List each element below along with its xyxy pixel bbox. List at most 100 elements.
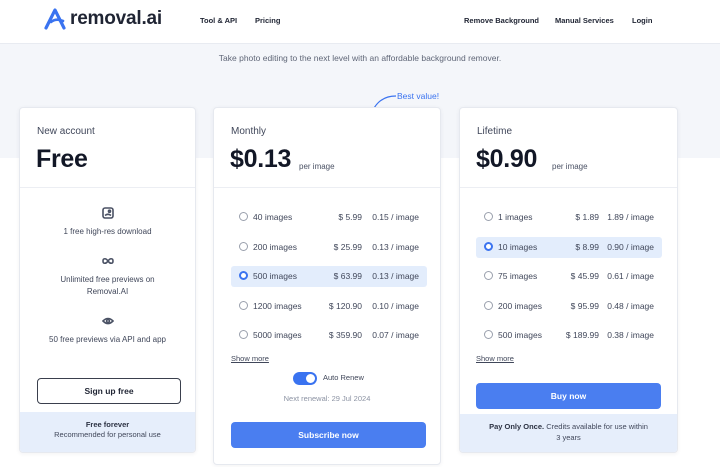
- footer-text: Pay Only Once. Credits available for use…: [460, 421, 677, 443]
- radio-button[interactable]: [239, 300, 248, 310]
- radio-button[interactable]: [239, 241, 248, 251]
- plan-price-unit: per image: [299, 162, 335, 171]
- best-value-label: Best value!: [397, 91, 440, 101]
- radio-button[interactable]: [484, 212, 493, 221]
- radio-button[interactable]: [239, 271, 248, 280]
- nav-link-tool-api[interactable]: Tool & API: [200, 16, 237, 25]
- image-icon: [101, 207, 114, 219]
- plan-title: Lifetime: [477, 126, 513, 137]
- option-count: 500 images: [253, 271, 297, 281]
- option-per-image: 0.07 / image: [372, 330, 419, 340]
- nav-link-pricing[interactable]: Pricing: [255, 16, 280, 25]
- option-count: 10 images: [498, 241, 538, 252]
- pricing-option[interactable]: 75 images $ 45.99 0.61 / image: [476, 266, 662, 287]
- free-plan-footer: Free forever Recommended for personal us…: [20, 412, 195, 452]
- option-count: 1200 images: [253, 300, 302, 311]
- pricing-option[interactable]: 1 images $ 1.89 1.89 / image: [476, 207, 662, 228]
- radio-button[interactable]: [484, 330, 493, 339]
- monthly-plan-card: Monthly $0.13 per image 40 images $ 5.99 0…: [213, 107, 441, 465]
- footer-title: Free forever: [85, 420, 130, 429]
- footer-bold: Pay Only Once.: [489, 422, 545, 431]
- monthly-plan-header: Monthly $0.13 per image: [214, 108, 440, 188]
- option-count: 200 images: [253, 241, 297, 252]
- buy-now-button[interactable]: Buy now: [476, 383, 661, 409]
- option-price: $ 45.99: [570, 271, 599, 281]
- radio-button[interactable]: [239, 212, 248, 221]
- option-per-image: 1.89 / image: [607, 212, 654, 222]
- pricing-option[interactable]: 5000 images $ 359.90 0.07 / image: [231, 325, 427, 346]
- top-navbar: removal.ai Tool & API Pricing Remove Bac…: [0, 0, 720, 44]
- plan-price: Free: [36, 145, 88, 173]
- nav-link-remove-background[interactable]: Remove Background: [464, 16, 539, 25]
- option-count: 200 images: [498, 300, 542, 311]
- feature-text: 50 free previews via API and app: [49, 335, 166, 344]
- eye-icon: [101, 317, 114, 325]
- next-renewal-text: Next renewal: 29 Jul 2024: [283, 394, 371, 403]
- auto-renew-toggle[interactable]: [293, 372, 317, 385]
- pricing-option[interactable]: 40 images $ 5.99 0.15 / image: [231, 207, 427, 228]
- plan-price-unit: per image: [552, 162, 588, 171]
- option-count: 40 images: [253, 212, 293, 222]
- option-price: $ 189.99: [565, 330, 599, 340]
- option-per-image: 0.61 / image: [607, 271, 654, 281]
- brand-name: removal.ai: [70, 8, 162, 29]
- option-count: 1 images: [498, 212, 533, 222]
- logo-icon: [44, 8, 66, 30]
- feature-item: 50 free previews via API and app: [20, 314, 195, 346]
- plan-price: $0.13: [230, 145, 292, 173]
- option-per-image: 0.13 / image: [372, 241, 419, 252]
- option-per-image: 0.38 / image: [607, 330, 654, 340]
- toggle-knob: [306, 374, 315, 383]
- logo[interactable]: removal.ai: [44, 8, 162, 30]
- footer-subtitle: Recommended for personal use: [54, 430, 161, 439]
- nav-link-login[interactable]: Login: [632, 16, 652, 25]
- radio-button[interactable]: [484, 271, 493, 280]
- subscribe-now-button[interactable]: Subscribe now: [231, 422, 426, 448]
- option-price: $ 8.99: [575, 241, 599, 252]
- infinity-icon: [101, 257, 114, 265]
- show-more-link[interactable]: Show more: [231, 354, 269, 363]
- auto-renew-label: Auto Renew: [323, 373, 364, 382]
- option-count: 5000 images: [253, 330, 302, 340]
- radio-button[interactable]: [484, 300, 493, 310]
- lifetime-plan-card: Lifetime $0.90 per image 1 images $ 1.89 1…: [459, 107, 678, 453]
- option-price: $ 25.99: [333, 241, 362, 252]
- option-price: $ 63.99: [333, 271, 362, 281]
- radio-button[interactable]: [484, 241, 493, 251]
- option-price: $ 120.90: [328, 300, 362, 311]
- free-plan-header: New account Free: [20, 108, 195, 188]
- lifetime-plan-header: Lifetime $0.90 per image: [460, 108, 677, 188]
- option-count: 75 images: [498, 271, 538, 281]
- sign-up-free-button[interactable]: Sign up free: [37, 378, 181, 404]
- feature-item: Unlimited free previews on Removal.AI: [20, 254, 195, 298]
- pricing-option[interactable]: 500 images $ 189.99 0.38 / image: [476, 325, 662, 346]
- lifetime-plan-footer: Pay Only Once. Credits available for use…: [460, 414, 677, 452]
- option-price: $ 5.99: [338, 212, 362, 222]
- option-price: $ 359.90: [328, 330, 362, 340]
- feature-text: Unlimited free previews on Removal.AI: [60, 275, 155, 296]
- nav-link-manual-services[interactable]: Manual Services: [555, 16, 614, 25]
- option-per-image: 0.48 / image: [607, 300, 654, 311]
- pricing-option[interactable]: 200 images $ 25.99 0.13 / image: [231, 237, 427, 258]
- option-per-image: 0.90 / image: [607, 241, 654, 252]
- free-plan-card: New account Free 1 free high-res downloa…: [19, 107, 196, 453]
- plan-title: Monthly: [231, 126, 267, 137]
- pricing-option[interactable]: 1200 images $ 120.90 0.10 / image: [231, 296, 427, 317]
- pricing-option[interactable]: 500 images $ 63.99 0.13 / image: [231, 266, 427, 287]
- option-per-image: 0.10 / image: [372, 300, 419, 311]
- feature-text: 1 free high-res download: [63, 227, 152, 236]
- option-per-image: 0.13 / image: [372, 271, 419, 281]
- plan-price: $0.90: [476, 145, 538, 173]
- pricing-option[interactable]: 200 images $ 95.99 0.48 / image: [476, 296, 662, 317]
- option-price: $ 95.99: [570, 300, 599, 311]
- pricing-option[interactable]: 10 images $ 8.99 0.90 / image: [476, 236, 662, 258]
- option-count: 500 images: [498, 330, 542, 340]
- feature-item: 1 free high-res download: [20, 206, 195, 238]
- radio-button[interactable]: [239, 330, 248, 339]
- page-tagline: Take photo editing to the next level wit…: [218, 53, 502, 63]
- option-per-image: 0.15 / image: [372, 212, 419, 222]
- footer-rest: Credits available for use within 3 years: [544, 422, 648, 442]
- plan-title: New account: [37, 126, 95, 137]
- option-price: $ 1.89: [575, 212, 599, 222]
- show-more-link[interactable]: Show more: [476, 354, 514, 363]
